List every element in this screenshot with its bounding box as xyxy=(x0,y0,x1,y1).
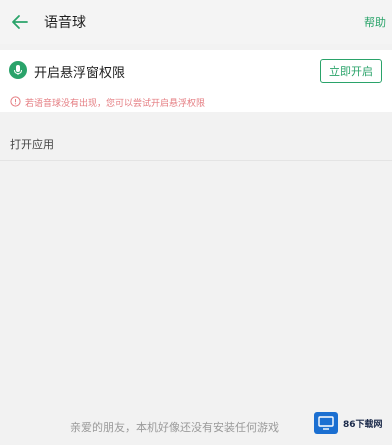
info-icon xyxy=(10,96,21,107)
enable-now-button[interactable]: 立即开启 xyxy=(320,59,382,83)
divider xyxy=(0,160,392,161)
floating-window-permission-row: 开启悬浮窗权限 立即开启 xyxy=(0,50,392,92)
open-apps-section-title: 打开应用 xyxy=(10,138,54,151)
hint-text: 若语音球没有出现，您可以尝试开启悬浮权限 xyxy=(25,99,206,109)
microphone-icon xyxy=(9,61,27,79)
app-header: 语音球 帮助 xyxy=(0,0,392,44)
empty-state-message: 亲爱的朋友，本机好像还没有安装任何游戏 xyxy=(70,421,279,434)
hint-row: 若语音球没有出现，您可以尝试开启悬浮权限 xyxy=(0,92,392,112)
help-link[interactable]: 帮助 xyxy=(364,14,386,30)
back-arrow-icon xyxy=(12,15,28,29)
watermark-text: 86下载网 xyxy=(343,419,383,430)
watermark: 86下载网 xyxy=(314,408,388,438)
page-title: 语音球 xyxy=(44,15,86,31)
permission-label: 开启悬浮窗权限 xyxy=(34,66,126,81)
back-button[interactable] xyxy=(6,8,34,36)
watermark-logo-icon xyxy=(314,412,338,434)
